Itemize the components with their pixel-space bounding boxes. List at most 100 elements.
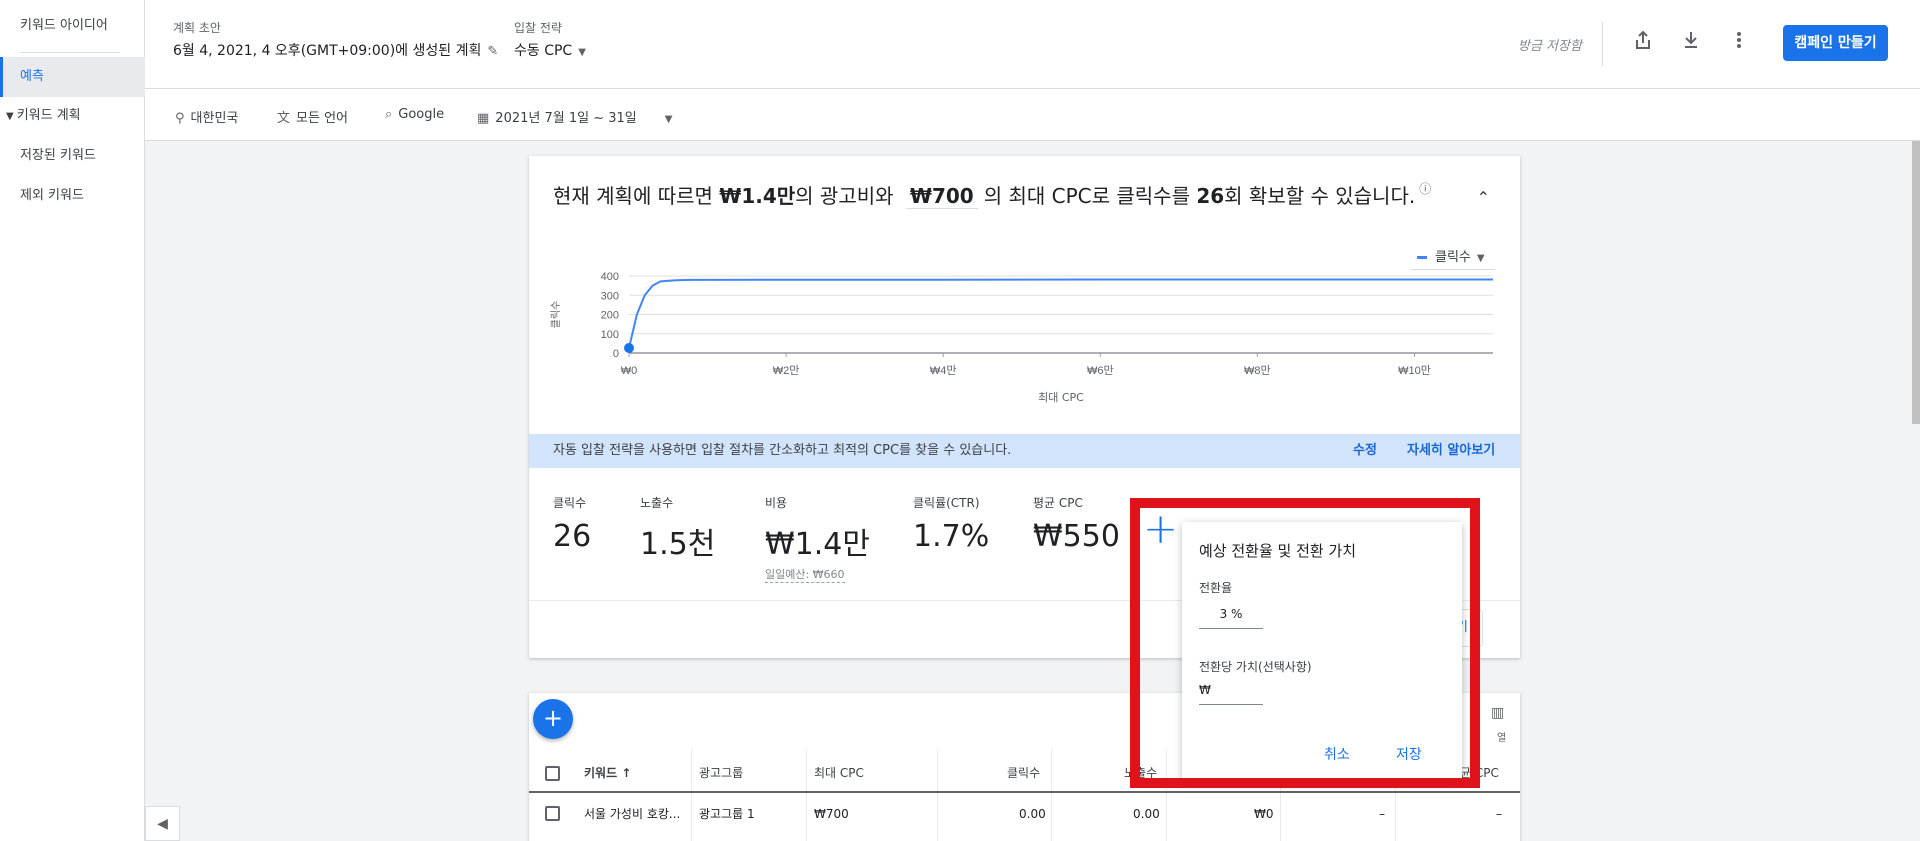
share-icon[interactable] xyxy=(1631,30,1655,54)
filter-bar: ⚲ 대한민국 文 모든 언어 ⌕ Google ▦ 2021년 7월 1일 ~ 31일 ▼ xyxy=(145,89,1920,141)
cell-clicks: 0.00 xyxy=(1019,807,1046,821)
summary-mid2: 의 최대 CPC로 클릭수를 xyxy=(983,184,1190,208)
columns-label: 열 xyxy=(1497,733,1507,744)
caret-down-icon: ▼ xyxy=(6,111,14,122)
forecast-summary: 현재 계획에 따르면 ₩1.4만의 광고비와 ₩700 의 최대 CPC로 클릭수… xyxy=(553,180,1431,209)
plus-icon: + xyxy=(542,704,564,732)
x-tick-label: ₩10만 xyxy=(1398,364,1431,377)
x-tick-label: ₩6만 xyxy=(1087,364,1114,377)
metric-value: 1.7% xyxy=(913,519,990,554)
metric-value: ₩1.4만 xyxy=(765,527,870,562)
summary-clicks: 26 xyxy=(1196,184,1225,208)
cell-max-cpc[interactable]: ₩700 xyxy=(814,793,849,835)
header-keyword-label: 키워드 xyxy=(584,766,618,780)
bid-strategy-value: 수동 CPC xyxy=(514,43,573,59)
add-keyword-button[interactable]: + xyxy=(533,699,573,739)
help-icon[interactable]: ⓘ xyxy=(1419,182,1431,196)
series-line-clicks xyxy=(628,278,1493,349)
sidebar-collapse-button[interactable]: ◀ xyxy=(145,806,180,841)
daily-budget[interactable]: 일일예산: ₩660 xyxy=(765,566,845,583)
pencil-icon[interactable]: ✎ xyxy=(487,44,498,59)
network-value: Google xyxy=(398,107,445,122)
learn-more-link[interactable]: 자세히 알아보기 xyxy=(1407,434,1495,468)
chevron-left-icon: ◀ xyxy=(157,815,168,832)
create-campaign-button[interactable]: 캠페인 만들기 xyxy=(1783,25,1888,61)
header-separator xyxy=(1602,22,1603,66)
chevron-down-icon: ▼ xyxy=(578,47,586,58)
y-tick-label: 400 xyxy=(601,271,619,283)
language-filter[interactable]: 文 모든 언어 xyxy=(277,107,348,126)
banner-text: 자동 입찰 전략을 사용하면 입찰 절차를 간소화하고 최적의 CPC를 찾을 … xyxy=(553,443,1012,458)
plan-title[interactable]: 6월 4, 2021, 4 오후(GMT+09:00)에 생성된 계획 ✎ xyxy=(173,40,498,60)
edit-link[interactable]: 수정 xyxy=(1353,434,1377,468)
location-pin-icon: ⚲ xyxy=(175,111,185,126)
metric-value: ₩550 xyxy=(1033,519,1120,554)
cell-ad-group[interactable]: 광고그룹 1 xyxy=(699,793,755,835)
sidebar-item-forecast[interactable]: 예측 xyxy=(0,57,145,97)
sidebar-item-label: 키워드 아이디어 xyxy=(20,18,108,33)
current-point-marker xyxy=(624,342,634,353)
more-vert-icon[interactable] xyxy=(1727,30,1751,54)
chevron-up-icon[interactable]: ⌃ xyxy=(1477,188,1490,207)
sidebar-item-label: 예측 xyxy=(20,69,44,84)
y-tick-label: 200 xyxy=(601,310,619,322)
columns-icon[interactable]: ▥ xyxy=(1491,705,1504,721)
metric-label: 비용 xyxy=(765,496,788,510)
column-separator xyxy=(1051,749,1052,841)
date-range-value: 2021년 7월 1일 ~ 31일 xyxy=(495,111,637,126)
metric-cost: 비용 ₩1.4만 일일예산: ₩660 xyxy=(765,494,870,583)
y-tick-label: 0 xyxy=(613,348,619,360)
metric-impressions: 노출수 1.5천 xyxy=(640,494,715,563)
x-tick-label: ₩4만 xyxy=(930,364,957,377)
network-icon: ⌕ xyxy=(385,107,393,122)
bid-strategy-select[interactable]: 수동 CPC ▼ xyxy=(514,40,586,60)
language-value: 모든 언어 xyxy=(296,111,348,126)
column-separator xyxy=(691,749,692,841)
header-max-cpc[interactable]: 최대 CPC xyxy=(814,753,864,793)
sidebar-item-saved-keywords[interactable]: 저장된 키워드 xyxy=(0,136,145,176)
y-tick-label: 300 xyxy=(601,290,619,302)
header-ad-group[interactable]: 광고그룹 xyxy=(699,753,743,793)
scrollbar[interactable] xyxy=(1912,141,1920,424)
highlight-box xyxy=(1130,498,1480,788)
header-clicks[interactable]: 클릭수 xyxy=(1007,753,1040,793)
column-separator xyxy=(806,749,807,841)
location-filter[interactable]: ⚲ 대한민국 xyxy=(175,107,238,126)
metric-label: 노출수 xyxy=(640,496,674,510)
y-tick-label: 100 xyxy=(601,329,619,341)
header: 계획 초안 6월 4, 2021, 4 오후(GMT+09:00)에 생성된 계… xyxy=(145,0,1920,89)
translate-icon: 文 xyxy=(277,111,291,126)
download-icon[interactable] xyxy=(1679,30,1703,54)
save-status: 방금 저장함 xyxy=(1518,39,1582,54)
row-checkbox[interactable] xyxy=(545,806,560,821)
sidebar-item-label: 키워드 계획 xyxy=(16,108,81,123)
calendar-icon: ▦ xyxy=(477,111,490,126)
cell-impressions: 0.00 xyxy=(1133,807,1160,821)
summary-max-cpc[interactable]: ₩700 xyxy=(905,184,978,209)
auto-bid-banner: 자동 입찰 전략을 사용하면 입찰 절차를 간소화하고 최적의 CPC를 찾을 … xyxy=(529,434,1520,468)
y-axis-label: 클릭수 xyxy=(550,301,562,329)
sidebar-item-keyword-ideas[interactable]: 키워드 아이디어 xyxy=(0,6,145,46)
sidebar-divider xyxy=(20,52,120,53)
cell-cost: ₩0 xyxy=(1254,807,1274,821)
metric-label: 평균 CPC xyxy=(1033,496,1083,510)
date-range-filter[interactable]: ▦ 2021년 7월 1일 ~ 31일 ▼ xyxy=(477,107,672,126)
bid-strategy-label: 입찰 전략 xyxy=(514,21,562,35)
cell-ctr: – xyxy=(1379,807,1385,821)
sidebar-item-label: 저장된 키워드 xyxy=(20,148,96,163)
sidebar-item-keyword-plan[interactable]: ▼ 키워드 계획 xyxy=(0,96,145,136)
sidebar-item-negative-keywords[interactable]: 제외 키워드 xyxy=(0,176,145,216)
metric-value: 26 xyxy=(553,519,592,554)
summary-mid1: 의 광고비와 xyxy=(795,184,894,208)
header-keyword[interactable]: 키워드 ↑ xyxy=(584,753,631,793)
x-axis-label: 최대 CPC xyxy=(1038,391,1084,404)
summary-suffix: 회 확보할 수 있습니다. xyxy=(1224,184,1416,208)
arrow-up-icon: ↑ xyxy=(621,766,632,780)
x-tick-label: ₩0 xyxy=(621,365,638,377)
chevron-down-icon: ▼ xyxy=(664,114,673,125)
x-tick-label: ₩2만 xyxy=(773,364,800,377)
select-all-checkbox[interactable] xyxy=(545,766,560,781)
cell-keyword[interactable]: 서울 가성비 호캉... xyxy=(584,793,680,835)
metric-label: 클릭수 xyxy=(553,496,587,510)
network-filter[interactable]: ⌕ Google xyxy=(385,107,444,122)
